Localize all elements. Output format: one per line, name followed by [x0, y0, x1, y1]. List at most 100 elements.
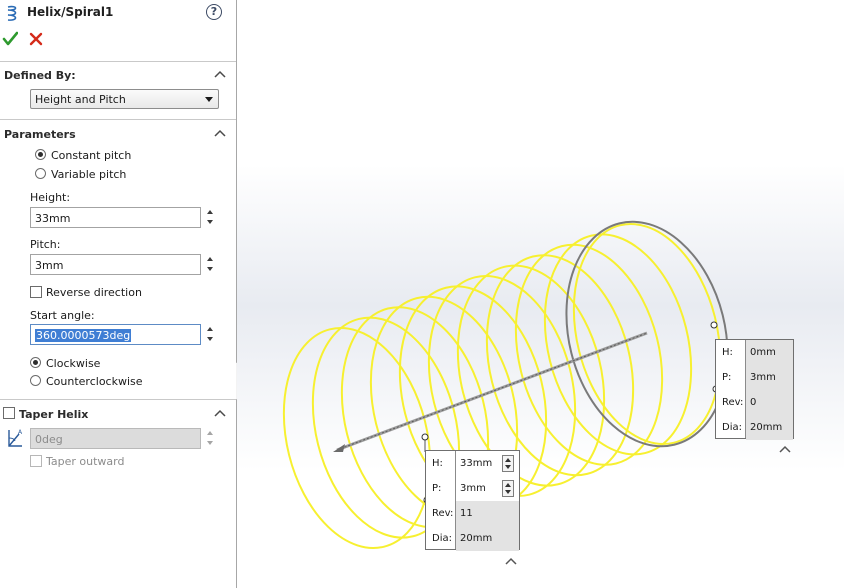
reverse-direction-checkbox[interactable]: [30, 286, 42, 298]
callout-revolutions-value: 11: [460, 508, 473, 519]
end-point-callout[interactable]: H: 0mm P: 3mm Rev: 0 Dia: 20mm: [715, 339, 794, 440]
end-point-handle[interactable]: [710, 321, 718, 329]
callout-row-diameter: Dia: 20mm: [426, 526, 519, 551]
callout-diameter-cell: 20mm: [746, 415, 793, 440]
callout-key: P:: [432, 483, 442, 494]
callout-key: P:: [722, 372, 732, 383]
spin-up-icon[interactable]: [207, 327, 213, 331]
start-angle-input[interactable]: 360.0000573deg: [30, 324, 201, 345]
counterclockwise-radio[interactable]: [30, 375, 41, 386]
variable-pitch-radio[interactable]: [35, 168, 46, 179]
callout-row-pitch[interactable]: P: 3mm: [426, 476, 519, 501]
height-value: 33mm: [35, 212, 71, 225]
callout-row-height[interactable]: H: 33mm: [426, 451, 519, 476]
height-input[interactable]: 33mm: [30, 207, 201, 228]
spin-up-icon[interactable]: [505, 483, 511, 487]
chevron-up-icon[interactable]: [214, 128, 226, 138]
graphics-viewport[interactable]: H: 33mm P: 3mm Rev: 11 Dia: 20mm H: 0mm …: [237, 0, 844, 588]
spin-down-icon[interactable]: [207, 337, 213, 341]
callout-row-revolutions: Rev: 0: [716, 390, 793, 415]
variable-pitch-label[interactable]: Variable pitch: [51, 168, 126, 181]
spin-up-icon[interactable]: [207, 210, 213, 214]
taper-outward-label: Taper outward: [46, 455, 125, 468]
dropdown-value: Height and Pitch: [35, 93, 126, 106]
chevron-up-icon[interactable]: [779, 444, 791, 454]
chevron-down-icon: [205, 97, 213, 102]
callout-diameter-value: 20mm: [750, 422, 783, 433]
section-header-defined-by[interactable]: Defined By:: [0, 64, 236, 86]
callout-pitch-cell: 3mm: [746, 365, 793, 390]
section-divider: [0, 61, 236, 62]
svg-text:A: A: [18, 429, 23, 436]
callout-row-height: H: 0mm: [716, 340, 793, 365]
callout-key: Dia:: [432, 533, 452, 544]
clockwise-label[interactable]: Clockwise: [46, 357, 100, 370]
start-angle-value: 360.0000573deg: [35, 329, 132, 342]
helix-preview: [282, 220, 729, 549]
callout-row-diameter: Dia: 20mm: [716, 415, 793, 440]
start-point-handle[interactable]: [421, 433, 429, 441]
feature-title: Helix/Spiral1: [27, 5, 114, 19]
callout-row-revolutions: Rev: 11: [426, 501, 519, 526]
pitch-label: Pitch:: [30, 238, 61, 251]
start-point-callout[interactable]: H: 33mm P: 3mm Rev: 11 Dia: 20mm: [425, 450, 520, 551]
section-header-taper-helix[interactable]: Taper Helix: [0, 403, 236, 425]
spin-down-icon[interactable]: [207, 267, 213, 271]
start-angle-label: Start angle:: [30, 309, 95, 322]
pitch-input[interactable]: 3mm: [30, 254, 201, 275]
axis-origin-arrow-icon: [333, 444, 345, 452]
callout-key: Rev:: [432, 508, 454, 519]
checkmark-icon[interactable]: [2, 30, 18, 48]
spin-down-icon[interactable]: [505, 490, 511, 494]
callout-height-spinner[interactable]: [502, 455, 514, 472]
callout-key: Dia:: [722, 422, 742, 433]
callout-row-pitch: P: 3mm: [716, 365, 793, 390]
close-icon[interactable]: [28, 30, 44, 48]
height-spinner[interactable]: [204, 207, 216, 228]
callout-pitch-value: 3mm: [750, 372, 776, 383]
helix-icon: [7, 5, 17, 21]
section-header-parameters[interactable]: Parameters: [0, 123, 236, 145]
taper-outward-checkbox: [30, 455, 42, 467]
spin-down-icon: [207, 441, 213, 445]
counterclockwise-label[interactable]: Counterclockwise: [46, 375, 143, 388]
callout-key: H:: [432, 458, 443, 469]
defined-by-dropdown[interactable]: Height and Pitch: [30, 89, 219, 109]
callout-key: Rev:: [722, 397, 744, 408]
callout-revolutions-cell: 11: [456, 501, 519, 526]
callout-pitch-spinner[interactable]: [502, 480, 514, 497]
callout-revolutions-value: 0: [750, 397, 757, 408]
section-divider: [0, 119, 236, 120]
callout-key: H:: [722, 347, 733, 358]
taper-angle-input: 0deg: [30, 428, 201, 449]
spin-up-icon[interactable]: [207, 257, 213, 261]
spin-up-icon[interactable]: [505, 458, 511, 462]
section-title: Parameters: [4, 128, 76, 141]
chevron-up-icon[interactable]: [505, 556, 517, 566]
taper-angle-spinner: [204, 428, 216, 449]
constant-pitch-radio[interactable]: [35, 149, 46, 160]
callout-revolutions-cell: 0: [746, 390, 793, 415]
taper-helix-checkbox[interactable]: [3, 407, 15, 419]
chevron-up-icon[interactable]: [214, 69, 226, 79]
section-title: Defined By:: [4, 69, 76, 82]
pitch-spinner[interactable]: [204, 254, 216, 275]
spin-down-icon[interactable]: [505, 465, 511, 469]
spin-down-icon[interactable]: [207, 220, 213, 224]
taper-angle-icon: A: [8, 429, 23, 447]
clockwise-radio[interactable]: [30, 357, 41, 368]
spin-up-icon: [207, 431, 213, 435]
chevron-up-icon[interactable]: [214, 408, 226, 418]
help-icon[interactable]: ?: [206, 4, 222, 20]
callout-height-value: 0mm: [750, 347, 776, 358]
section-title[interactable]: Taper Helix: [19, 408, 88, 421]
callout-diameter-cell: 20mm: [456, 526, 519, 551]
start-angle-spinner[interactable]: [204, 324, 216, 345]
property-manager-title-bar: Helix/Spiral1 ?: [0, 0, 236, 26]
constant-pitch-label[interactable]: Constant pitch: [51, 149, 131, 162]
reverse-direction-label[interactable]: Reverse direction: [46, 286, 142, 299]
callout-pitch-value[interactable]: 3mm: [460, 483, 486, 494]
callout-height-value[interactable]: 33mm: [460, 458, 492, 469]
callout-height-cell: 0mm: [746, 340, 793, 365]
taper-angle-value: 0deg: [35, 433, 63, 446]
